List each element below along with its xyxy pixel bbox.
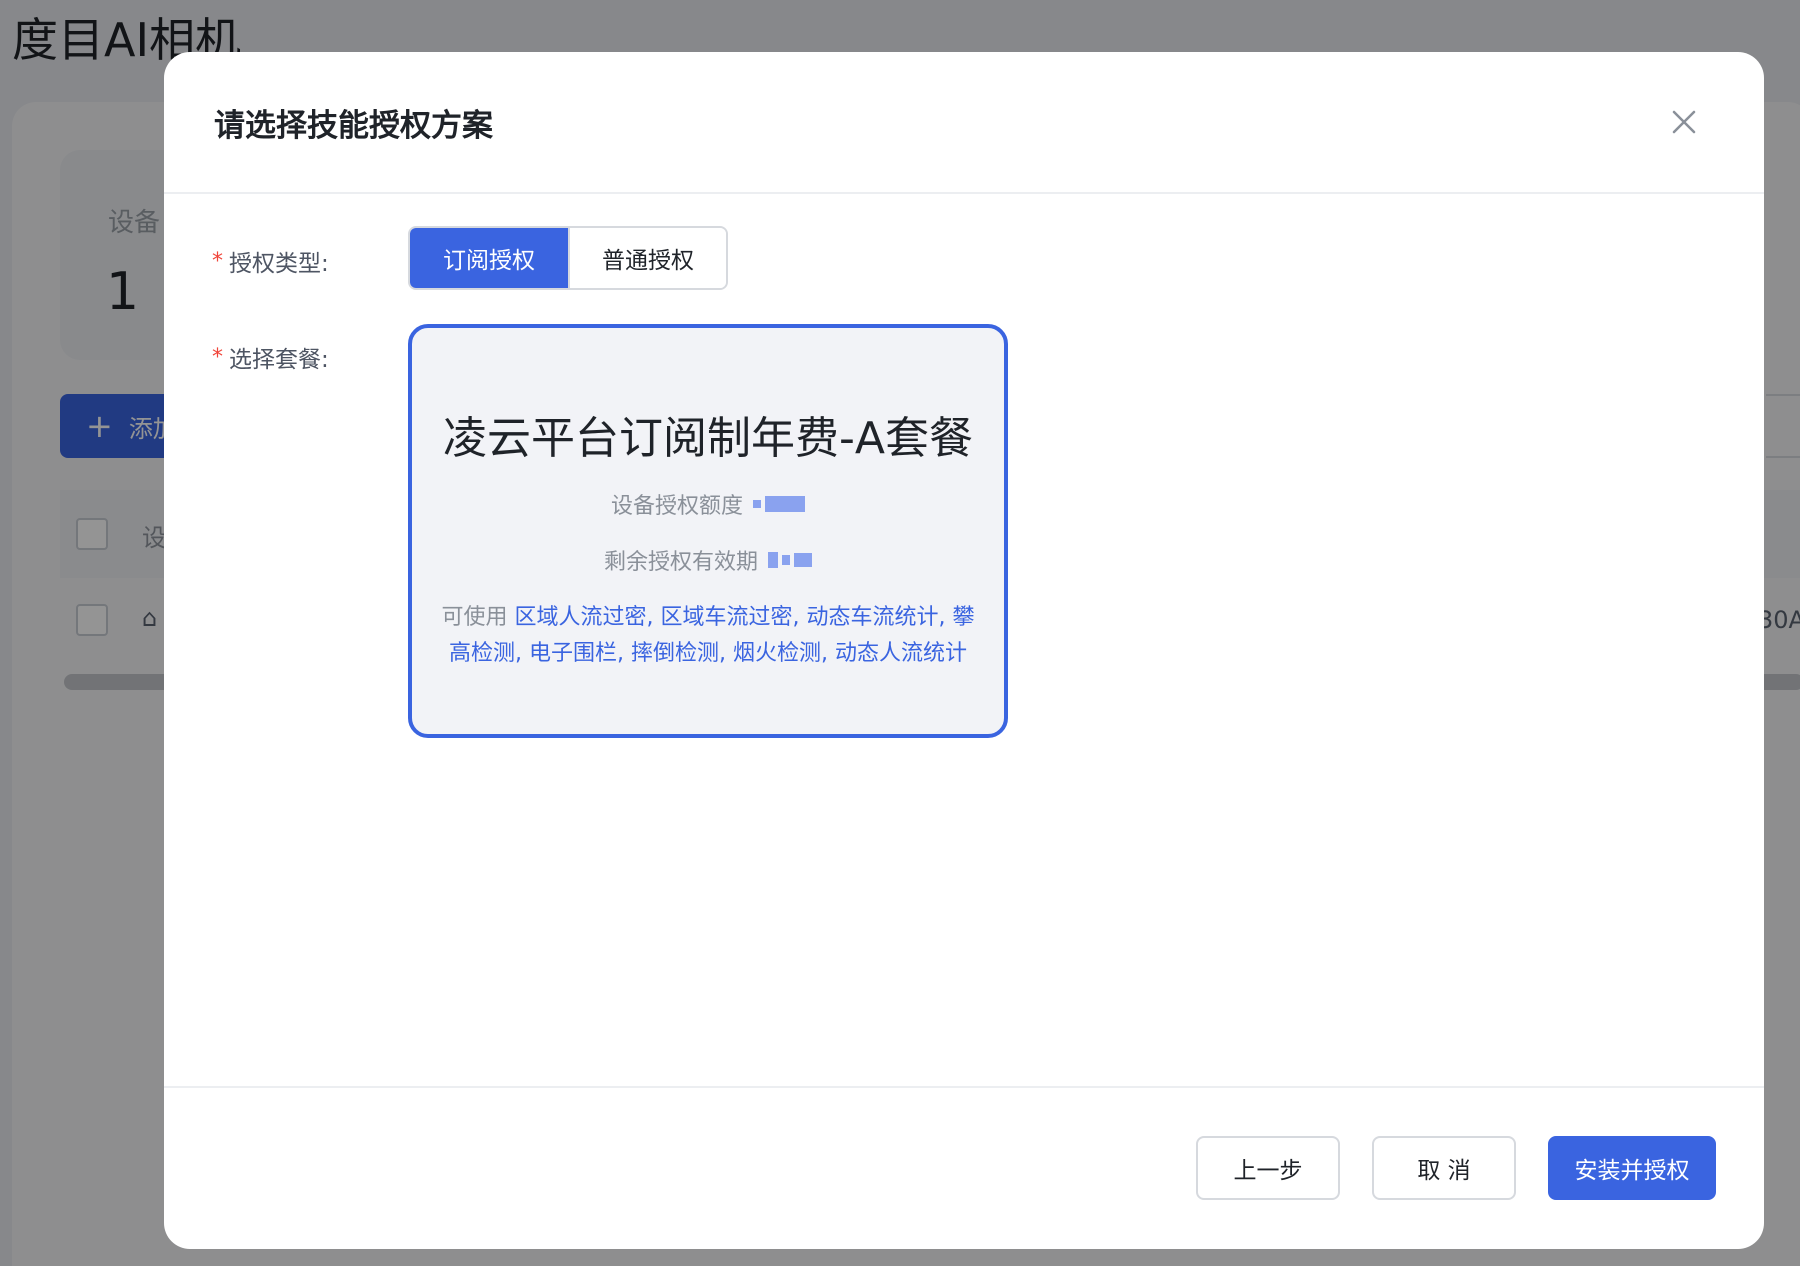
skills-prefix: 可使用 (441, 605, 508, 630)
quota-row: 设备授权额度 (412, 488, 1004, 520)
modal-header: 请选择技能授权方案 (164, 52, 1764, 194)
package-label-text: 选择套餐: (229, 347, 329, 373)
auth-type-label-text: 授权类型: (229, 251, 329, 277)
required-mark: * (212, 248, 223, 274)
package-label: * 选择套餐: (212, 340, 329, 374)
package-card[interactable]: 凌云平台订阅制年费-A套餐 设备授权额度 剩余授权有效期 可使用 区域人流过密,… (408, 324, 1008, 738)
authorization-modal: 请选择技能授权方案 * 授权类型: 订阅授权 普通授权 * 选择套餐: 凌云平台… (164, 52, 1764, 1249)
tab-normal-auth[interactable]: 普通授权 (568, 228, 726, 288)
cancel-button[interactable]: 取 消 (1372, 1136, 1516, 1200)
skills-list: 区域人流过密, 区域车流过密, 动态车流统计, 攀高检测, 电子围栏, 摔倒检测… (449, 605, 975, 666)
auth-type-segmented: 订阅授权 普通授权 (408, 226, 728, 290)
auth-type-label: * 授权类型: (212, 244, 329, 278)
validity-label: 剩余授权有效期 (603, 550, 758, 575)
required-mark: * (212, 344, 223, 370)
close-button[interactable] (1668, 106, 1700, 138)
validity-value-redacted (768, 552, 812, 568)
close-icon (1672, 110, 1696, 134)
package-title: 凌云平台订阅制年费-A套餐 (443, 413, 973, 464)
previous-step-button[interactable]: 上一步 (1196, 1136, 1340, 1200)
quota-value-redacted (753, 496, 805, 512)
package-skills: 可使用 区域人流过密, 区域车流过密, 动态车流统计, 攀高检测, 电子围栏, … (440, 600, 976, 672)
validity-row: 剩余授权有效期 (412, 544, 1004, 576)
tab-subscription-auth[interactable]: 订阅授权 (410, 228, 568, 288)
install-and-authorize-button[interactable]: 安装并授权 (1548, 1136, 1716, 1200)
modal-footer (164, 1086, 1764, 1249)
modal-title: 请选择技能授权方案 (214, 108, 493, 144)
quota-label: 设备授权额度 (610, 494, 743, 519)
